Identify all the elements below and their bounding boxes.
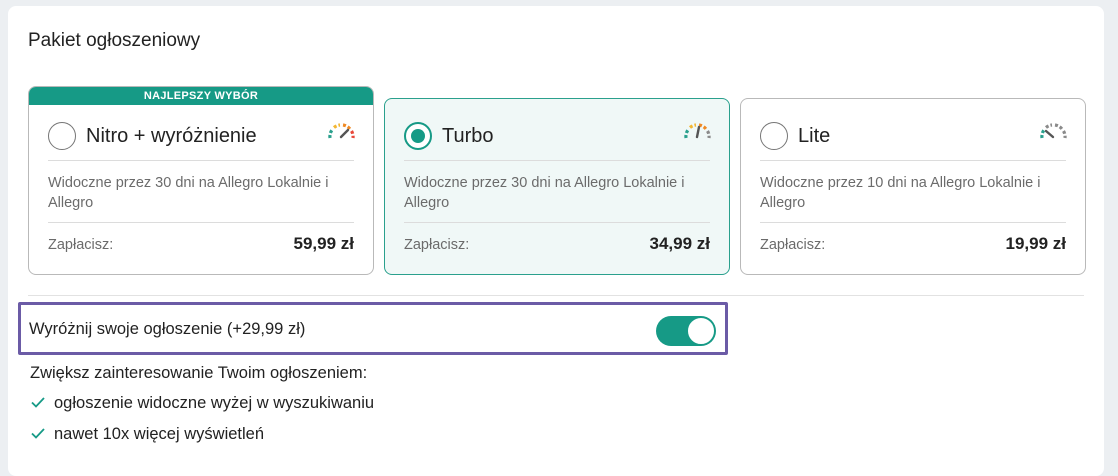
radio-turbo[interactable] [404,122,432,150]
divider [760,160,1066,161]
package-name: Nitro + wyróżnienie [86,125,257,147]
benefit-text: nawet 10x więcej wyświetleń [54,425,265,443]
package-description: Widoczne przez 10 dni na Allegro Lokalni… [760,175,1041,211]
package-card-nitro[interactable]: NAJLEPSZY WYBÓR Nitro + wyróżnienie Wido… [28,86,374,275]
package-price: 19,99 zł [1005,234,1067,253]
divider [404,160,710,161]
speed-gauge-medium-icon [684,123,711,139]
speed-gauge-high-icon [328,123,355,139]
section-title: Pakiet ogłoszeniowy [28,30,201,51]
pay-label: Zapłacisz: [404,237,470,253]
package-description: Widoczne przez 30 dni na Allegro Lokalni… [404,175,685,211]
divider [404,222,710,223]
highlight-label: Wyróżnij swoje ogłoszenie (+29,99 zł) [29,320,306,338]
benefit-item: ogłoszenie widoczne wyżej w wyszukiwaniu [30,394,374,413]
package-name: Lite [798,125,831,147]
package-card-lite[interactable]: Lite Widoczne przez 10 dni na Allegro Lo… [740,98,1086,275]
pay-label: Zapłacisz: [760,237,826,253]
highlight-toggle[interactable] [656,316,716,346]
divider [48,160,354,161]
benefit-item: nawet 10x więcej wyświetleń [30,425,264,444]
package-panel: Pakiet ogłoszeniowy NAJLEPSZY WYBÓR Nitr… [8,6,1104,476]
package-price: 59,99 zł [293,234,355,253]
package-name: Turbo [442,125,494,147]
speed-gauge-low-icon [1040,123,1067,139]
highlight-option-row: Wyróżnij swoje ogłoszenie (+29,99 zł) [18,302,728,355]
radio-nitro[interactable] [48,122,76,150]
package-description: Widoczne przez 30 dni na Allegro Lokalni… [48,175,329,211]
benefit-text: ogłoszenie widoczne wyżej w wyszukiwaniu [54,394,375,412]
check-icon [31,428,45,439]
promo-heading: Zwiększ zainteresowanie Twoim ogłoszenie… [30,364,368,382]
package-price: 34,99 zł [649,234,711,253]
section-divider [28,295,1084,296]
divider [48,222,354,223]
pay-label: Zapłacisz: [48,237,114,253]
divider [760,222,1066,223]
package-card-turbo[interactable]: Turbo Widoczne przez 30 dni na Allegro L… [384,98,730,275]
radio-lite[interactable] [760,122,788,150]
check-icon [31,397,45,408]
